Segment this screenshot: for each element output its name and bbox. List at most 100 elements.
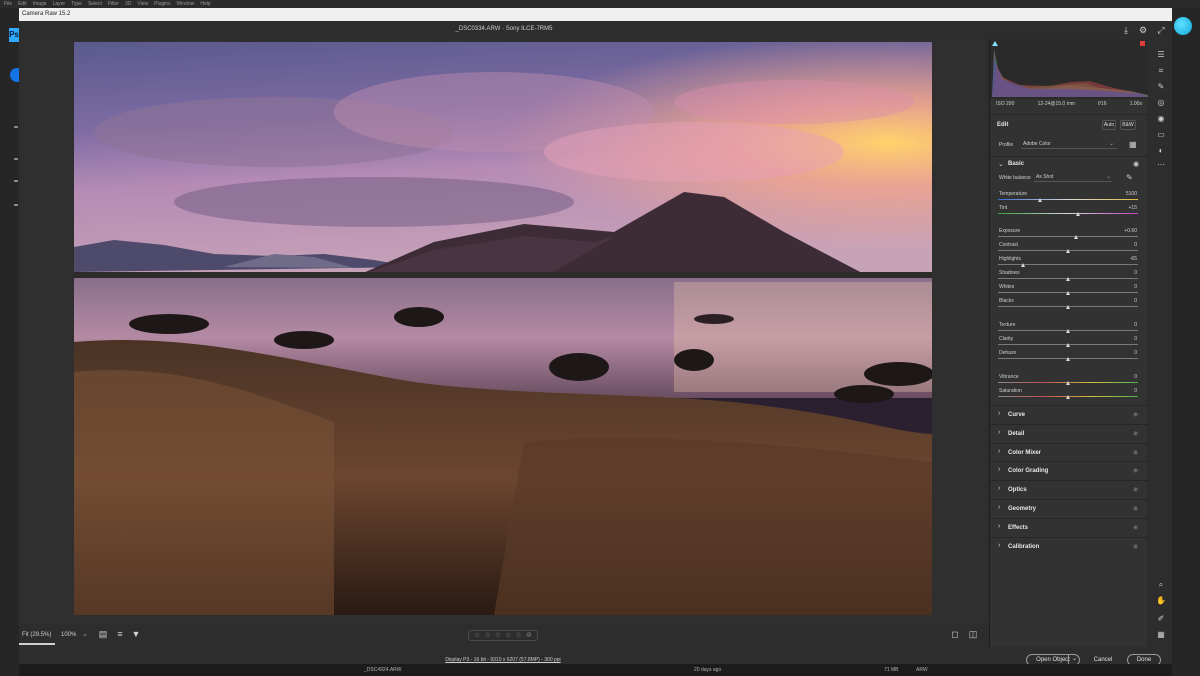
zoom-fit-button[interactable]: Fit (29.5%) bbox=[22, 632, 51, 638]
highlight-clipping-indicator[interactable] bbox=[1140, 41, 1145, 46]
slider-thumb[interactable] bbox=[1066, 381, 1070, 385]
slider-value-input[interactable]: 0 bbox=[1117, 322, 1137, 329]
fullscreen-icon[interactable]: ⤢ bbox=[1155, 24, 1167, 36]
slider-value-input[interactable]: 0 bbox=[1117, 270, 1137, 277]
slider-value-input[interactable]: -65 bbox=[1117, 256, 1137, 263]
crop-icon[interactable]: ⌗ bbox=[1154, 65, 1168, 77]
profile-browser-icon[interactable]: ▦ bbox=[1129, 140, 1137, 149]
slider-track[interactable] bbox=[998, 199, 1138, 200]
slider-thumb[interactable] bbox=[1074, 235, 1079, 239]
slider-thumb[interactable] bbox=[1066, 277, 1070, 281]
zoom-dropdown-icon[interactable]: ⌄ bbox=[82, 630, 88, 638]
slider-value-input[interactable]: 0 bbox=[1117, 284, 1137, 291]
visibility-eye-icon[interactable]: ◉ bbox=[1133, 449, 1138, 456]
white-balance-dropdown-icon[interactable]: ⌄ bbox=[1106, 173, 1111, 180]
slider-thumb[interactable] bbox=[1066, 305, 1070, 309]
shadow-clipping-indicator[interactable] bbox=[992, 41, 998, 46]
menu-item[interactable]: Window bbox=[177, 1, 195, 7]
visibility-eye-icon[interactable]: ◉ bbox=[1133, 411, 1138, 418]
slider-thumb[interactable] bbox=[1066, 395, 1070, 399]
section-optics[interactable]: › Optics ◉ bbox=[990, 480, 1148, 498]
snapshots-icon[interactable]: ▭ bbox=[1154, 129, 1168, 141]
menu-item[interactable]: Type bbox=[71, 1, 82, 7]
slider-value-input[interactable]: +15 bbox=[1117, 205, 1137, 212]
workflow-options-link[interactable]: Display P3 - 16 bit - 9310 x 6207 (57.8M… bbox=[19, 657, 987, 663]
home-button[interactable] bbox=[10, 68, 19, 82]
section-curve[interactable]: › Curve ◉ bbox=[990, 405, 1148, 423]
red-eye-icon[interactable]: ◉ bbox=[1154, 113, 1168, 125]
slider-value-input[interactable]: 0 bbox=[1117, 336, 1137, 343]
star-icon[interactable]: ☆ bbox=[474, 631, 480, 640]
visibility-eye-icon[interactable]: ◉ bbox=[1133, 467, 1138, 474]
slider-value-input[interactable]: 0 bbox=[1117, 242, 1137, 249]
section-effects[interactable]: › Effects ◉ bbox=[990, 517, 1148, 536]
slider-thumb[interactable] bbox=[1066, 249, 1070, 253]
bw-button[interactable]: B&W bbox=[1120, 120, 1136, 130]
grid-icon[interactable]: ▦ bbox=[1154, 629, 1168, 641]
menu-item[interactable]: Image bbox=[33, 1, 47, 7]
presets-icon[interactable]: ◐ bbox=[1154, 145, 1168, 157]
image-canvas[interactable] bbox=[19, 39, 987, 623]
sampler-icon[interactable]: ✐ bbox=[1154, 613, 1168, 625]
filmstrip-icon[interactable]: ▤ bbox=[97, 628, 109, 640]
slider-thumb[interactable] bbox=[1066, 329, 1070, 333]
star-icon[interactable]: ☆ bbox=[484, 631, 490, 640]
visibility-eye-icon[interactable]: ◉ bbox=[1133, 505, 1138, 512]
visibility-eye-icon[interactable]: ◉ bbox=[1133, 430, 1138, 437]
slider-value-input[interactable]: +0.60 bbox=[1117, 228, 1137, 235]
slider-track[interactable] bbox=[998, 236, 1138, 237]
menu-item[interactable]: Plugins bbox=[154, 1, 170, 7]
save-icon[interactable]: ⤓ bbox=[1120, 24, 1132, 36]
menu-item[interactable]: Layer bbox=[53, 1, 66, 7]
menu-item[interactable]: Select bbox=[88, 1, 102, 7]
slider-value-input[interactable]: 0 bbox=[1117, 388, 1137, 395]
slider-thumb[interactable] bbox=[1066, 343, 1070, 347]
masking-icon[interactable]: ◎ bbox=[1154, 97, 1168, 109]
basic-section-header[interactable]: ⌄ Basic ◉ bbox=[990, 157, 1148, 171]
star-icon[interactable]: ☆ bbox=[516, 631, 522, 640]
sort-icon[interactable]: ≡ bbox=[114, 628, 126, 640]
slider-track[interactable] bbox=[998, 264, 1138, 265]
edit-sliders-icon[interactable]: ☰ bbox=[1154, 49, 1168, 61]
zoom-100-button[interactable]: 100% bbox=[61, 632, 76, 638]
slider-track[interactable] bbox=[998, 213, 1138, 214]
eyedropper-icon[interactable]: ✎ bbox=[1126, 173, 1133, 182]
more-icon[interactable]: ⋯ bbox=[1154, 159, 1168, 171]
visibility-eye-icon[interactable]: ◉ bbox=[1133, 524, 1138, 531]
slider-value-input[interactable]: 0 bbox=[1117, 350, 1137, 357]
preview-image[interactable] bbox=[74, 42, 932, 615]
hand-icon[interactable]: ✋ bbox=[1154, 595, 1168, 607]
menu-item[interactable]: 3D bbox=[125, 1, 131, 7]
star-icon[interactable]: ☆ bbox=[505, 631, 511, 640]
star-rating[interactable]: ☆ ☆ ☆ ☆ ☆ ⊘ bbox=[468, 630, 538, 641]
slider-thumb[interactable] bbox=[1075, 212, 1080, 216]
filter-icon[interactable]: ▼ bbox=[130, 628, 142, 640]
zoom-icon[interactable]: ⌕ bbox=[1154, 579, 1168, 591]
menu-item[interactable]: File bbox=[4, 1, 12, 7]
gear-icon[interactable]: ⚙ bbox=[1137, 24, 1149, 36]
star-icon[interactable]: ☆ bbox=[495, 631, 501, 640]
profile-dropdown-icon[interactable]: ⌄ bbox=[1109, 140, 1114, 147]
white-balance-select[interactable]: As Shot bbox=[1034, 174, 1112, 182]
reject-icon[interactable]: ⊘ bbox=[526, 631, 532, 640]
section-geometry[interactable]: › Geometry ◉ bbox=[990, 499, 1148, 517]
slider-thumb[interactable] bbox=[1066, 357, 1070, 361]
menu-item[interactable]: View bbox=[137, 1, 148, 7]
menu-item[interactable]: Edit bbox=[18, 1, 27, 7]
section-color-mixer[interactable]: › Color Mixer ◉ bbox=[990, 442, 1148, 461]
slider-value-input[interactable]: 0 bbox=[1117, 298, 1137, 305]
slider-thumb[interactable] bbox=[1021, 263, 1026, 267]
single-view-icon[interactable]: ◻ bbox=[949, 628, 961, 640]
visibility-eye-icon[interactable]: ◉ bbox=[1133, 486, 1138, 493]
section-color-grading[interactable]: › Color Grading ◉ bbox=[990, 461, 1148, 479]
user-avatar[interactable] bbox=[1174, 17, 1192, 35]
section-detail[interactable]: › Detail ◉ bbox=[990, 423, 1148, 442]
auto-button[interactable]: Auto bbox=[1102, 120, 1116, 130]
slider-value-input[interactable]: 5100 bbox=[1117, 191, 1137, 198]
slider-value-input[interactable]: 0 bbox=[1117, 374, 1137, 381]
slider-thumb[interactable] bbox=[1066, 291, 1070, 295]
healing-icon[interactable]: ✎ bbox=[1154, 81, 1168, 93]
slider-thumb[interactable] bbox=[1038, 198, 1042, 202]
section-calibration[interactable]: › Calibration ◉ bbox=[990, 536, 1148, 555]
profile-select[interactable]: Adobe Color bbox=[1021, 141, 1117, 149]
